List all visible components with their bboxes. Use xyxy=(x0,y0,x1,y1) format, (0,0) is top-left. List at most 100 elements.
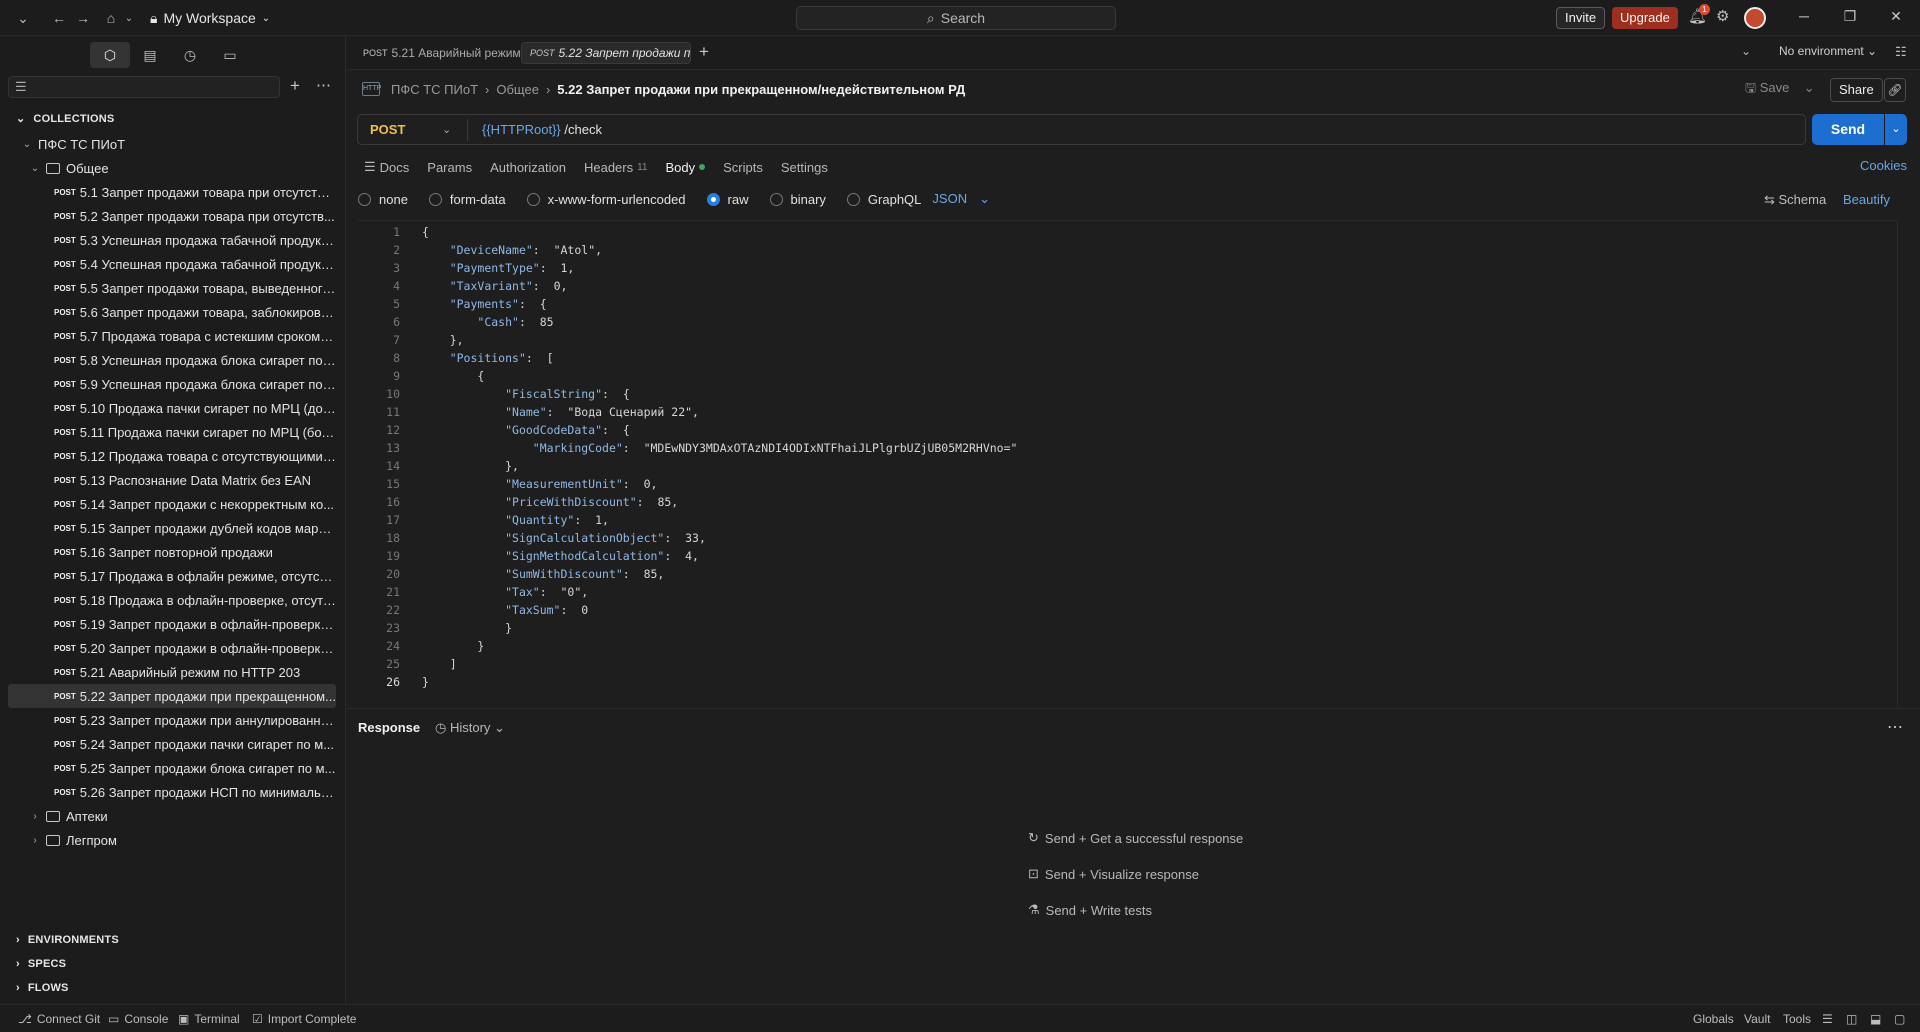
body-type-none[interactable]: none xyxy=(358,192,408,207)
more-options-icon[interactable]: ⋯ xyxy=(316,76,331,94)
collection-row[interactable]: ⌄ ПФС ТС ПИоТ xyxy=(8,132,336,156)
collections-icon[interactable]: ⬡ xyxy=(90,42,130,68)
import-status[interactable]: ☑ Import Complete xyxy=(252,1012,356,1026)
connect-git-button[interactable]: ⎇ Connect Git xyxy=(18,1012,100,1026)
layout-bottom-pane-icon[interactable]: ⬓ xyxy=(1870,1012,1881,1026)
environment-selector[interactable]: No environment ⌄ xyxy=(1779,44,1877,58)
invite-button[interactable]: Invite xyxy=(1556,7,1606,29)
sidebar-request-item[interactable]: POST 5.4 Успешная продажа табачной продук… xyxy=(8,252,336,276)
url-input[interactable]: {{HTTPRoot}} /check xyxy=(482,122,602,137)
tab-params[interactable]: Params xyxy=(427,157,472,177)
sidebar-request-item[interactable]: POST 5.17 Продажа в офлайн режиме, отсутс… xyxy=(8,564,336,588)
specs-section-header[interactable]: › SPECS xyxy=(16,958,66,970)
history-icon[interactable]: ◷ xyxy=(170,42,210,68)
tab-body[interactable]: Body xyxy=(666,157,706,177)
folder-row-open[interactable]: ⌄ Общее xyxy=(8,156,336,180)
folder-row-closed[interactable]: › Аптеки xyxy=(8,804,336,828)
tab-docs[interactable]: ☰ Docs xyxy=(364,157,409,177)
save-button[interactable]: 🖫 Save ⌄ xyxy=(1745,79,1815,101)
terminal-button[interactable]: ▣ Terminal xyxy=(178,1012,240,1026)
chevron-down-icon[interactable]: ⌄ xyxy=(442,123,451,136)
tab-settings[interactable]: Settings xyxy=(781,157,828,177)
body-type-graphql[interactable]: GraphQL xyxy=(846,192,921,207)
vault-button[interactable]: Vault xyxy=(1744,1012,1770,1026)
new-tab-plus-icon[interactable]: + xyxy=(699,42,709,62)
tab-request-521[interactable]: POST 5.21 Аварийный режим xyxy=(355,42,523,64)
sidebar-request-item[interactable]: POST 5.8 Успешная продажа блока сигарет п… xyxy=(8,348,336,372)
request-title[interactable]: 5.22 Запрет продажи при прекращенном/нед… xyxy=(557,82,965,97)
sidebar-request-item[interactable]: POST 5.6 Запрет продажи товара, заблокиро… xyxy=(8,300,336,324)
sidebar-request-item[interactable]: POST 5.11 Продажа пачки сигарет по МРЦ (б… xyxy=(8,420,336,444)
folder-row-closed[interactable]: › Легпром xyxy=(8,828,336,852)
layout-two-pane-icon[interactable]: ◫ xyxy=(1846,1012,1857,1026)
restore-icon[interactable]: ❐ xyxy=(1838,8,1862,25)
sidebar-request-item[interactable]: POST 5.21 Аварийный режим по HTTP 203 xyxy=(8,660,336,684)
sidebar-request-item[interactable]: POST 5.10 Продажа пачки сигарет по МРЦ (д… xyxy=(8,396,336,420)
sidebar-request-item[interactable]: POST 5.16 Запрет повторной продажи xyxy=(8,540,336,564)
history-button[interactable]: ◷ History ⌄ xyxy=(435,720,505,736)
globals-button[interactable]: Globals xyxy=(1693,1012,1734,1026)
sidebar-request-item[interactable]: POST 5.22 Запрет продажи при прекращенном… xyxy=(8,684,336,708)
console-button[interactable]: ▭ Console xyxy=(108,1012,168,1026)
body-format-select[interactable]: JSON ⌄ xyxy=(932,191,990,207)
method-select[interactable]: POST xyxy=(370,122,405,137)
upgrade-button[interactable]: Upgrade xyxy=(1612,7,1678,29)
sidebar-request-item[interactable]: POST 5.14 Запрет продажи с некорректным к… xyxy=(8,492,336,516)
menu-chevron-icon[interactable]: ⌄ xyxy=(12,7,34,29)
more-options-icon[interactable]: ⋯ xyxy=(1887,717,1903,737)
hint-write-tests[interactable]: ⚗ Send + Write tests xyxy=(1028,902,1152,918)
send-options-chevron-icon[interactable]: ⌄ xyxy=(1885,114,1907,145)
send-button[interactable]: Send xyxy=(1812,114,1884,145)
hint-visualize-response[interactable]: ⊡ Send + Visualize response xyxy=(1028,866,1199,882)
sidebar-request-item[interactable]: POST 5.19 Запрет продажи в офлайн-проверк… xyxy=(8,612,336,636)
minimize-icon[interactable]: ─ xyxy=(1792,8,1816,24)
cookies-link[interactable]: Cookies xyxy=(1860,158,1907,173)
sidebar-request-item[interactable]: POST 5.1 Запрет продажи товара при отсутс… xyxy=(8,180,336,204)
workspace-switcher[interactable]: 🔒︎ My Workspace ⌄ xyxy=(150,8,270,28)
code-editor[interactable]: 1{2 "DeviceName": "Atol", 3 "PaymentType"… xyxy=(358,220,1898,706)
body-type-binary[interactable]: binary xyxy=(769,192,826,207)
sidebar-request-item[interactable]: POST 5.5 Запрет продажи товара, выведенно… xyxy=(8,276,336,300)
back-arrow-icon[interactable]: ← xyxy=(48,7,70,29)
hint-successful-response[interactable]: ↻ Send + Get a successful response xyxy=(1028,830,1243,846)
avatar[interactable] xyxy=(1744,7,1766,29)
body-type-urlencoded[interactable]: x-www-form-urlencoded xyxy=(526,192,686,207)
tools-button[interactable]: Tools xyxy=(1783,1012,1811,1026)
tabs-overflow-chevron-icon[interactable]: ⌄ xyxy=(1741,44,1751,58)
settings-sliders-icon[interactable]: ☰ xyxy=(1822,1012,1833,1026)
files-icon[interactable]: ▭ xyxy=(210,42,250,68)
sidebar-request-item[interactable]: POST 5.26 Запрет продажи НСП по минимальн… xyxy=(8,780,336,804)
sidebar-request-item[interactable]: POST 5.7 Продажа товара с истекшим сроком… xyxy=(8,324,336,348)
tab-scripts[interactable]: Scripts xyxy=(723,157,763,177)
body-type-form-data[interactable]: form-data xyxy=(428,192,506,207)
sidebar-request-item[interactable]: POST 5.2 Запрет продажи товара при отсутс… xyxy=(8,204,336,228)
close-icon[interactable]: ✕ xyxy=(1884,8,1908,25)
breadcrumb-collection[interactable]: ПФС ТС ПИоТ xyxy=(391,82,478,97)
breadcrumb-folder[interactable]: Общее xyxy=(496,82,539,97)
sidebar-request-item[interactable]: POST 5.12 Продажа товара с отсутствующими… xyxy=(8,444,336,468)
sidebar-request-item[interactable]: POST 5.15 Запрет продажи дублей кодов мар… xyxy=(8,516,336,540)
share-button[interactable]: Share xyxy=(1830,78,1883,102)
sidebar-request-item[interactable]: POST 5.24 Запрет продажи пачки сигарет по… xyxy=(8,732,336,756)
schema-button[interactable]: ⇆ Schema xyxy=(1764,192,1826,208)
beautify-button[interactable]: Beautify xyxy=(1843,192,1890,207)
editor-scrollbar[interactable] xyxy=(1897,220,1898,706)
sidebar-request-item[interactable]: POST 5.9 Успешная продажа блока сигарет п… xyxy=(8,372,336,396)
tab-request-522[interactable]: POST 5.22 Запрет продажи п xyxy=(521,42,691,64)
sidebar-request-item[interactable]: POST 5.20 Запрет продажи в офлайн-проверк… xyxy=(8,636,336,660)
sidebar-request-item[interactable]: POST 5.13 Распознание Data Matrix без EAN xyxy=(8,468,336,492)
forward-arrow-icon[interactable]: → xyxy=(72,7,94,29)
sidebar-request-item[interactable]: POST 5.23 Запрет продажи при аннулированн… xyxy=(8,708,336,732)
environments-section-header[interactable]: › ENVIRONMENTS xyxy=(16,934,119,946)
copy-link-icon[interactable]: 🔗︎ xyxy=(1884,78,1906,102)
tab-headers[interactable]: Headers 11 xyxy=(584,157,648,177)
tab-authorization[interactable]: Authorization xyxy=(490,157,566,177)
sidebar-request-item[interactable]: POST 5.18 Продажа в офлайн-проверке, отсу… xyxy=(8,588,336,612)
environments-icon[interactable]: ▤ xyxy=(130,42,170,68)
global-search[interactable]: ⌕ Search xyxy=(796,6,1116,30)
new-collection-plus-icon[interactable]: + xyxy=(290,76,300,96)
filter-input[interactable]: ☰ xyxy=(8,76,280,98)
notifications-bell-icon[interactable]: 🔔︎ 1 xyxy=(1688,4,1710,27)
flows-section-header[interactable]: › FLOWS xyxy=(16,982,69,994)
collections-section-header[interactable]: ⌄ COLLECTIONS xyxy=(16,112,114,126)
